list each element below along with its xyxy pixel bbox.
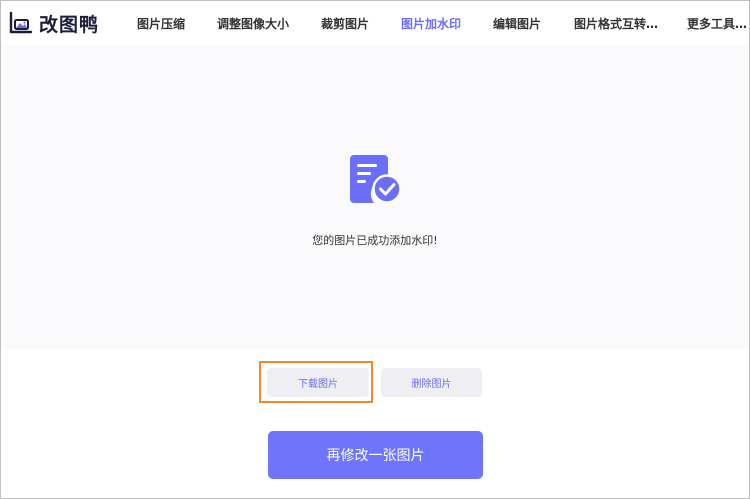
result-panel: 您的图片已成功添加水印! (1, 45, 749, 349)
delete-button[interactable]: 删除图片 (381, 368, 482, 397)
success-message: 您的图片已成功添加水印! (312, 234, 438, 247)
nav-item-compress[interactable]: 图片压缩 (137, 15, 185, 32)
app-frame: 改图鸭 图片压缩 调整图像大小 裁剪图片 图片加水印 编辑图片 图片格式互转… … (0, 0, 750, 499)
nav-item-crop[interactable]: 裁剪图片 (321, 15, 369, 32)
top-header: 改图鸭 图片压缩 调整图像大小 裁剪图片 图片加水印 编辑图片 图片格式互转… … (1, 1, 749, 45)
nav-item-more-tools[interactable]: 更多工具… (687, 15, 747, 32)
modify-another-button[interactable]: 再修改一张图片 (268, 431, 483, 479)
download-button[interactable]: 下载图片 (267, 368, 369, 397)
nav-item-convert[interactable]: 图片格式互转… (574, 15, 658, 32)
main-nav: 图片压缩 调整图像大小 裁剪图片 图片加水印 编辑图片 图片格式互转… 更多工具… (1, 1, 749, 45)
nav-item-watermark[interactable]: 图片加水印 (401, 15, 461, 32)
document-check-icon (350, 155, 402, 204)
nav-item-edit[interactable]: 编辑图片 (493, 15, 541, 32)
nav-item-resize[interactable]: 调整图像大小 (217, 15, 289, 32)
